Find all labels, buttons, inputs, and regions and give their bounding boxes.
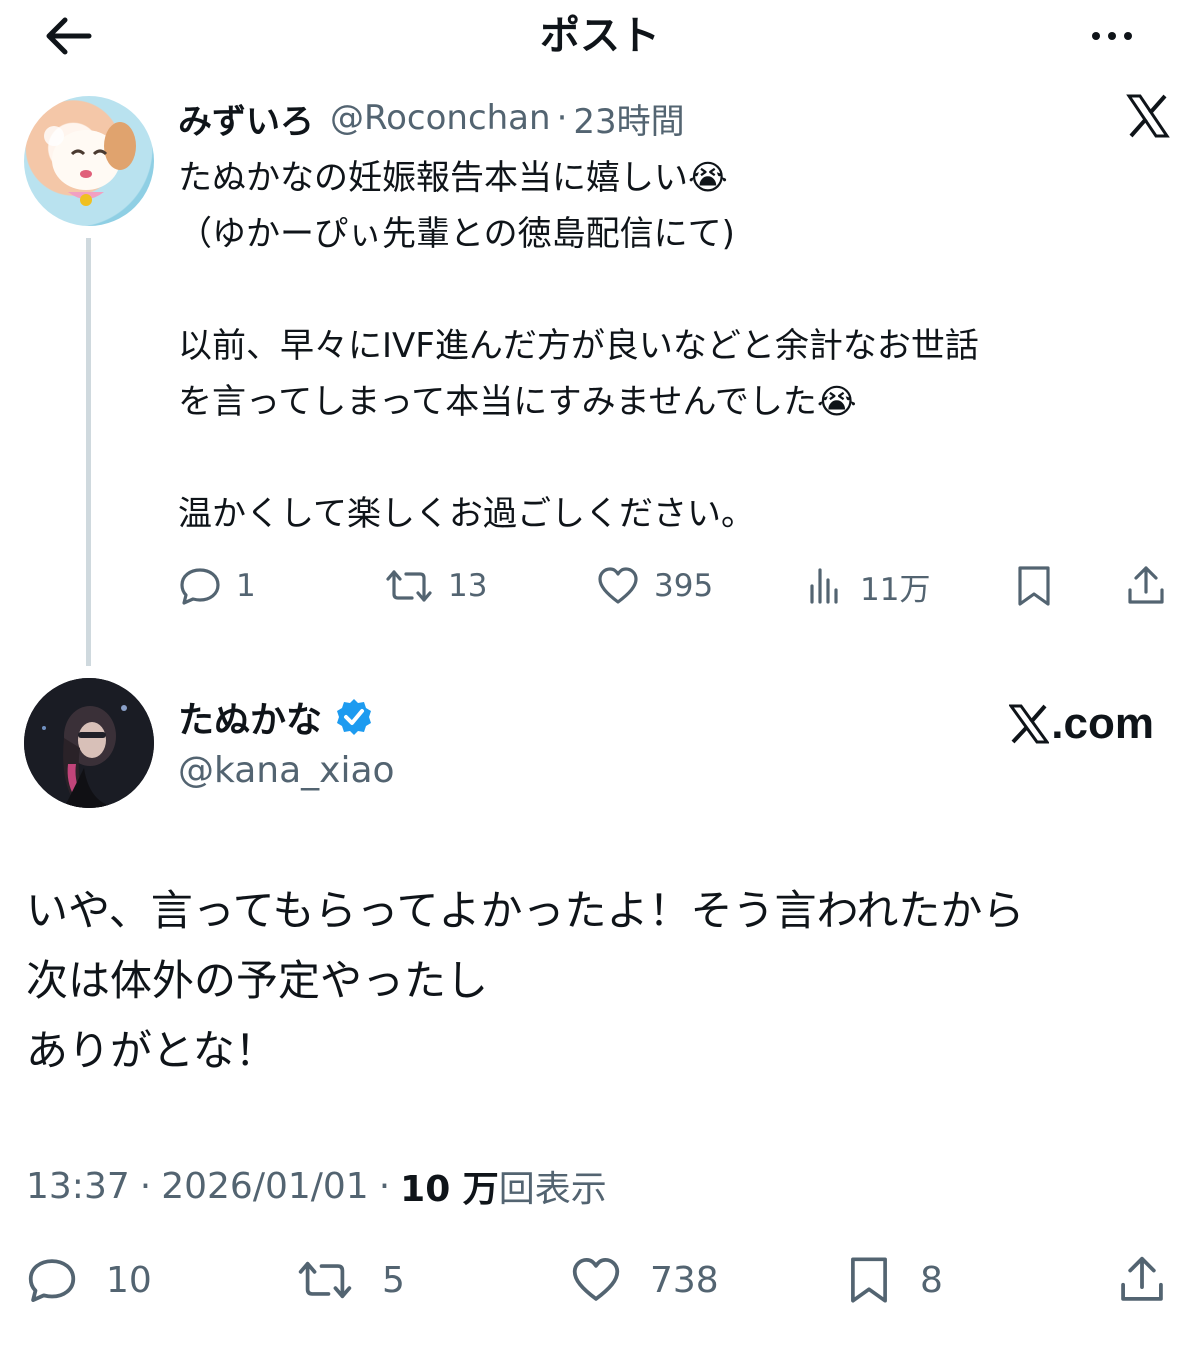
bookmark-button[interactable]: 8: [846, 1248, 943, 1312]
x-com-watermark: .com: [1009, 696, 1154, 752]
comment-icon: [28, 1259, 76, 1302]
avatar-illustration: [44, 122, 136, 206]
more-button[interactable]: [1082, 18, 1142, 54]
repost-icon: [386, 570, 432, 602]
analytics-icon: [810, 568, 838, 604]
reply-body: たぬかなの妊娠報告本当に嬉しい😭 （ゆかーぴぃ先輩との徳島配信にて) 以前、早々…: [178, 158, 979, 534]
reply-header: みずいろ @Roconchan · 23時間: [178, 94, 685, 142]
repost-count: 5: [382, 1259, 405, 1301]
bookmark-button[interactable]: [1014, 556, 1054, 616]
watermark-text: .com: [1051, 699, 1154, 748]
author-handle[interactable]: @Roconchan: [330, 98, 551, 138]
reply-count: 1: [236, 568, 256, 604]
author-name[interactable]: たぬかな: [178, 691, 322, 743]
separator: ·: [139, 1165, 152, 1207]
repost-count: 13: [448, 568, 488, 604]
author-name[interactable]: みずいろ: [178, 94, 314, 143]
post-date[interactable]: 2026/01/01: [161, 1166, 369, 1207]
thread-line: [86, 238, 91, 666]
views-label: 回表示: [498, 1169, 607, 1210]
comment-icon: [180, 568, 220, 605]
post-time[interactable]: 23時間: [573, 94, 684, 143]
separator: ·: [556, 98, 568, 138]
like-count: 395: [654, 568, 714, 604]
page-title: ポスト: [540, 13, 660, 59]
top-bar: ポスト: [0, 0, 1200, 78]
more-horizontal-icon: [1092, 32, 1100, 40]
avatar[interactable]: [24, 678, 154, 808]
separator: ·: [378, 1165, 391, 1207]
x-logo-icon: [1009, 704, 1050, 744]
share-icon: [1121, 1256, 1163, 1301]
reply-button[interactable]: 10: [26, 1248, 152, 1312]
reply-button[interactable]: 1: [178, 556, 256, 616]
post-time[interactable]: 13:37: [26, 1166, 130, 1207]
post-meta: 13:37 · 2026/01/01 · 10 万 回表示: [26, 1160, 607, 1212]
heart-icon: [598, 567, 638, 604]
share-button[interactable]: [1116, 1248, 1168, 1312]
bookmark-count: 8: [920, 1259, 943, 1301]
avatar-photo: [24, 678, 154, 808]
share-icon: [1128, 566, 1164, 604]
bookmark-icon: [851, 1257, 887, 1303]
author-handle[interactable]: @kana_xiao: [178, 748, 395, 794]
like-count: 738: [650, 1259, 719, 1301]
post-body: いや、言ってもらってよかったよ！そう言われたから 次は体外の予定やったし ありが…: [26, 886, 1025, 1075]
author-row: たぬかな: [178, 692, 374, 742]
like-button[interactable]: 395: [596, 556, 713, 616]
bookmark-icon: [1018, 566, 1050, 606]
share-button[interactable]: [1124, 556, 1168, 616]
repost-button[interactable]: 13: [384, 556, 487, 616]
x-logo-icon: [1126, 94, 1170, 138]
avatar[interactable]: [24, 96, 154, 226]
reply-count: 10: [106, 1259, 152, 1301]
repost-icon: [298, 1261, 352, 1299]
heart-icon: [572, 1258, 620, 1301]
reply-action-bar: 1 13 395 11万: [170, 556, 1170, 616]
repost-button[interactable]: 5: [296, 1248, 405, 1312]
like-button[interactable]: 738: [570, 1248, 719, 1312]
views-count: 11万: [860, 571, 931, 608]
verified-badge-icon: [337, 699, 372, 735]
views-button[interactable]: 11万: [806, 556, 930, 616]
views-count[interactable]: 10 万: [400, 1160, 499, 1212]
post-action-bar: 10 5 738 8: [26, 1248, 1176, 1312]
